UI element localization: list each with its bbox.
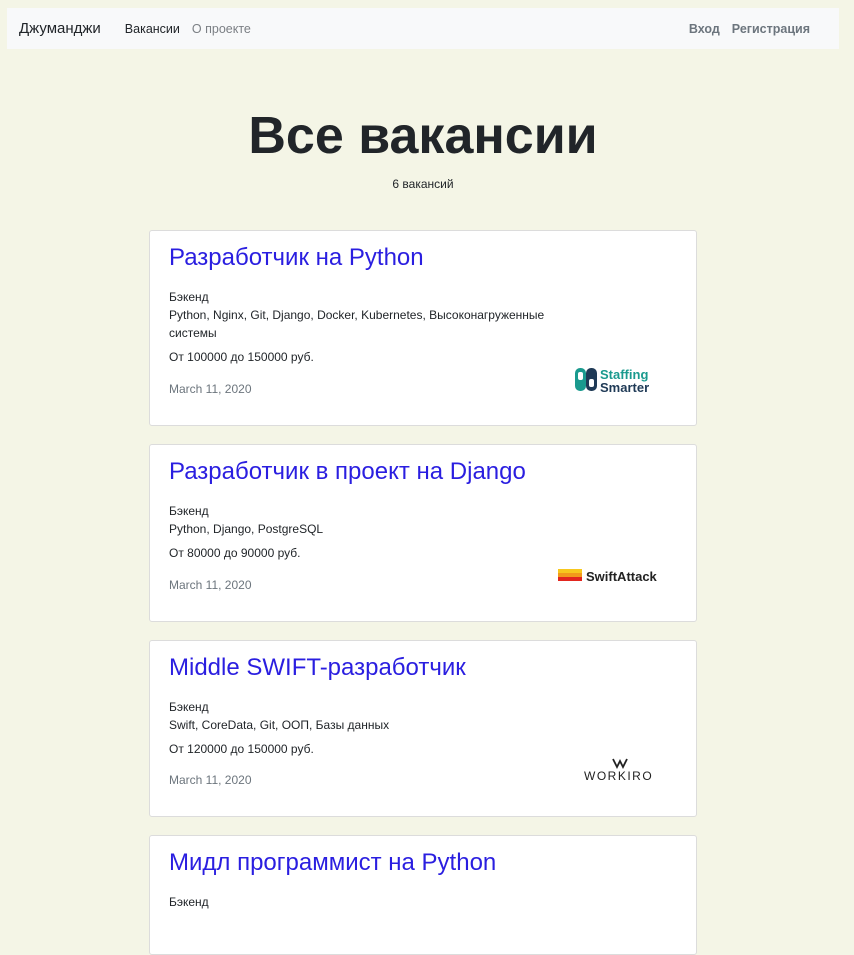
vacancy-specialty: Бэкенд	[169, 700, 209, 714]
vacancy-details: Бэкенд	[169, 893, 559, 911]
vacancy-card: Разработчик на Python Бэкенд Python, Ngi…	[149, 230, 697, 426]
vacancy-date: March 11, 2020	[169, 578, 252, 592]
svg-text:SwiftAttack: SwiftAttack	[586, 569, 658, 584]
login-link[interactable]: Вход	[689, 22, 720, 36]
vacancy-title-link[interactable]: Middle SWIFT-разработчик	[169, 654, 466, 682]
vacancy-date: March 11, 2020	[169, 773, 252, 787]
vacancy-specialty: Бэкенд	[169, 895, 209, 909]
vacancy-card: Разработчик в проект на Django Бэкенд Py…	[149, 444, 697, 622]
vacancy-specialty: Бэкенд	[169, 504, 209, 518]
nav-link-vacancies[interactable]: Вакансии	[125, 22, 180, 36]
auth-menu: Вход Регистрация	[689, 22, 810, 36]
vacancy-title-link[interactable]: Разработчик в проект на Django	[169, 458, 526, 486]
vacancy-card: Middle SWIFT-разработчик Бэкенд Swift, C…	[149, 640, 697, 817]
svg-text:WORKIRO: WORKIRO	[584, 769, 653, 783]
vacancy-date: March 11, 2020	[169, 382, 252, 396]
vacancy-skills: Swift, CoreData, Git, ООП, Базы данных	[169, 718, 390, 732]
brand-link[interactable]: Джуманджи	[19, 20, 101, 37]
page-title: Все вакансии	[248, 107, 598, 165]
vacancy-details: Бэкенд Swift, CoreData, Git, ООП, Базы д…	[169, 698, 559, 758]
vacancy-title-link[interactable]: Мидл программист на Python	[169, 849, 496, 877]
nav-link-about[interactable]: О проекте	[192, 22, 251, 36]
vacancy-salary: От 100000 до 150000 руб.	[169, 350, 314, 364]
vacancy-title-link[interactable]: Разработчик на Python	[169, 244, 424, 272]
vacancy-details: Бэкенд Python, Django, PostgreSQL От 800…	[169, 502, 559, 562]
vacancy-details: Бэкенд Python, Nginx, Git, Django, Docke…	[169, 288, 559, 366]
vacancy-count: 6 вакансий	[392, 177, 454, 191]
company-logo-swiftattack[interactable]: SwiftAttack	[558, 567, 658, 590]
vacancy-skills: Python, Nginx, Git, Django, Docker, Kube…	[169, 308, 545, 340]
company-logo-workiro[interactable]: WORKIRO	[582, 757, 658, 788]
vacancy-salary: От 80000 до 90000 руб.	[169, 546, 301, 560]
vacancy-skills: Python, Django, PostgreSQL	[169, 522, 324, 536]
vacancy-card: Мидл программист на Python Бэкенд	[149, 835, 697, 955]
company-logo-staffing-smarter[interactable]: Staffing Smarter	[574, 365, 658, 400]
svg-text:Smarter: Smarter	[600, 380, 649, 395]
vacancy-specialty: Бэкенд	[169, 290, 209, 304]
navbar: Джуманджи Вакансии О проекте Вход Регист…	[7, 8, 839, 49]
vacancy-salary: От 120000 до 150000 руб.	[169, 742, 314, 756]
nav-menu: Вакансии О проекте	[125, 22, 251, 36]
register-link[interactable]: Регистрация	[732, 22, 810, 36]
